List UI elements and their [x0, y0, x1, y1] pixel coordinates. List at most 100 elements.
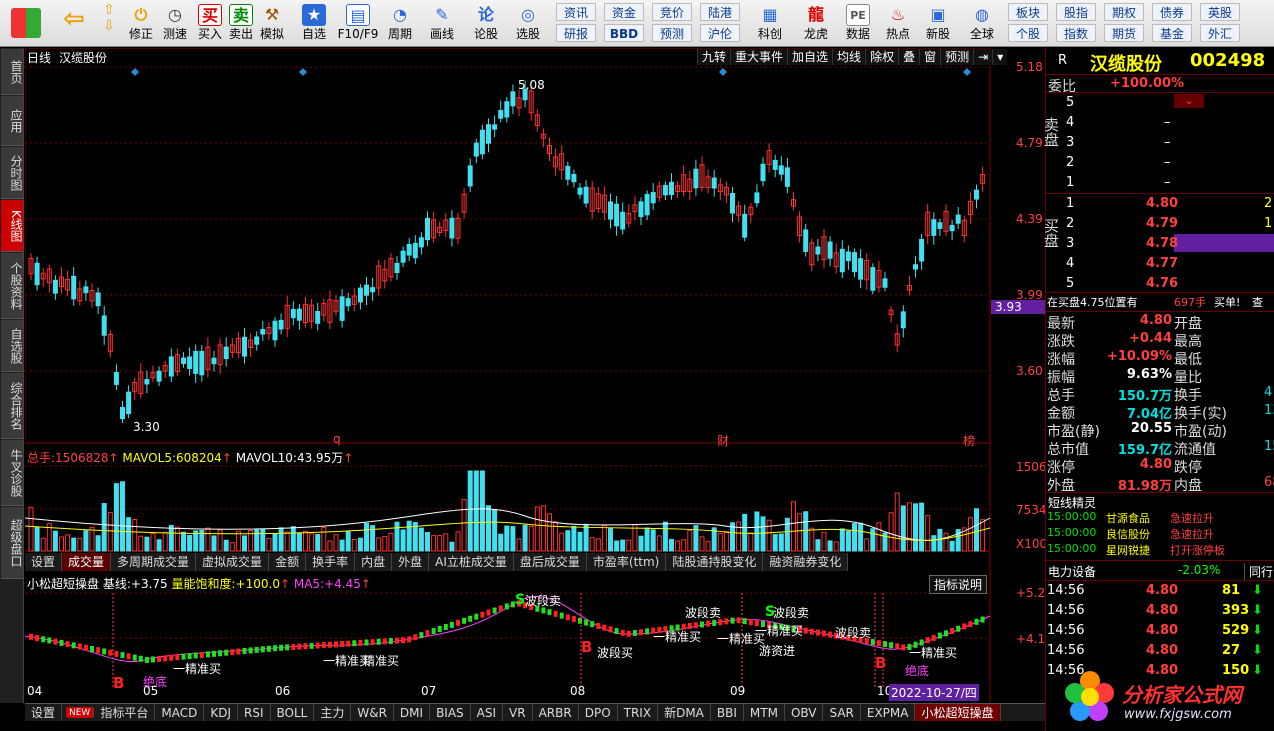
menu-exright[interactable]: 除权 — [865, 49, 899, 65]
marker-rank[interactable]: 榜 — [963, 432, 975, 449]
discuss-button[interactable]: 论 论股 — [468, 2, 504, 45]
btab-obv[interactable]: OBV — [785, 704, 824, 721]
menu-overlay[interactable]: 叠 — [898, 49, 920, 65]
menu-nine-turns[interactable]: 九转 — [697, 49, 731, 65]
btab-expma[interactable]: EXPMA — [861, 704, 916, 721]
btab-sar[interactable]: SAR — [823, 704, 861, 721]
marker-q[interactable]: q — [333, 432, 341, 446]
btab-xiaosong[interactable]: 小松超短操盘 — [915, 704, 1001, 721]
dropdown-icon[interactable]: ▾ — [992, 49, 1008, 65]
watchlist-button[interactable]: ★ 自选 — [296, 2, 332, 45]
ipo-button[interactable]: ▣ 新股 — [918, 2, 958, 45]
uk-stocks-button[interactable]: 英股 — [1200, 3, 1240, 21]
windows-button[interactable] — [6, 2, 46, 45]
global-button[interactable]: ◍ 全球 — [962, 2, 1002, 45]
simulate-button[interactable]: ⚒ 模拟 — [256, 2, 288, 45]
btab-dpo[interactable]: DPO — [579, 704, 618, 721]
btab-settings[interactable]: 设置 — [25, 704, 63, 721]
auction-button[interactable]: 竞价 — [652, 3, 692, 21]
indicator-help-button[interactable]: 指标说明 — [929, 575, 988, 594]
btab-vr[interactable]: VR — [503, 704, 533, 721]
tab-volume[interactable]: 成交量 — [62, 553, 112, 571]
btab-rsi[interactable]: RSI — [238, 704, 271, 721]
tab-afterhours-volume[interactable]: 盘后成交量 — [513, 553, 587, 571]
arrow-updown[interactable]: ⇧ ⇩ — [98, 2, 120, 45]
sidebar-item-timeshare[interactable]: 分时图 — [1, 147, 23, 199]
back-button[interactable]: ⇦ — [54, 2, 94, 45]
funds-button[interactable]: 基金 — [1152, 24, 1192, 42]
sidebar-item-apps[interactable]: 应用 — [1, 96, 23, 146]
data-button[interactable]: PE 数据 — [838, 2, 878, 45]
hot-button[interactable]: ♨ 热点 — [878, 2, 918, 45]
menu-ma[interactable]: 均线 — [832, 49, 866, 65]
select-stock-button[interactable]: ◎ 选股 — [508, 2, 548, 45]
queue-view-button[interactable]: 查 — [1252, 294, 1263, 310]
speed-button[interactable]: ◷ 测速 — [158, 2, 192, 45]
buy-button[interactable]: 买 买入 — [195, 2, 225, 45]
tab-amount[interactable]: 金额 — [269, 553, 307, 571]
btab-bbi[interactable]: BBI — [711, 704, 744, 721]
btab-new-dma[interactable]: 新DMA — [658, 704, 711, 721]
btab-boll[interactable]: BOLL — [271, 704, 315, 721]
bbd-button[interactable]: BBD — [604, 24, 644, 42]
fix-button[interactable]: ⏻ 修正 — [124, 2, 158, 45]
marker-finance[interactable]: 财 — [717, 432, 729, 449]
options-button[interactable]: 期权 — [1104, 3, 1144, 21]
btab-trix[interactable]: TRIX — [618, 704, 659, 721]
btab-arbr[interactable]: ARBR — [533, 704, 579, 721]
bonds-button[interactable]: 债券 — [1152, 3, 1192, 21]
forex-button[interactable]: 外汇 — [1200, 24, 1240, 42]
index-futures-button[interactable]: 股指 — [1056, 3, 1096, 21]
sidebar-item-kline[interactable]: K线图 — [1, 200, 23, 252]
tab-settings[interactable]: 设置 — [25, 553, 63, 571]
tab-turnover[interactable]: 换手率 — [306, 553, 356, 571]
sidebar-item-watchlist[interactable]: 自选股 — [1, 320, 23, 372]
btab-mtm[interactable]: MTM — [744, 704, 785, 721]
btab-dmi[interactable]: DMI — [394, 704, 431, 721]
hk-connect-button[interactable]: 陆港 — [700, 3, 740, 21]
sector-button[interactable]: 板块 — [1008, 3, 1048, 21]
period-button[interactable]: ◔ 周期 — [382, 2, 418, 45]
fund-button[interactable]: 资金 — [604, 3, 644, 21]
stock-button[interactable]: 个股 — [1008, 24, 1048, 42]
btab-asi[interactable]: ASI — [471, 704, 504, 721]
forecast-button[interactable]: 预测 — [652, 24, 692, 42]
tab-ai-volume[interactable]: AI立桩成交量 — [429, 553, 514, 571]
btab-wr[interactable]: W&R — [351, 704, 394, 721]
shanghai-london-button[interactable]: 沪伦 — [700, 24, 740, 42]
sidebar-item-superquote[interactable]: 超级盘口 — [1, 507, 23, 579]
tab-inner[interactable]: 内盘 — [355, 553, 393, 571]
sidebar-item-diagnose[interactable]: 牛叉诊股 — [1, 440, 23, 506]
f10-button[interactable]: ▤ F10/F9 — [336, 2, 380, 45]
menu-forecast[interactable]: 预测 — [940, 49, 974, 65]
indices-button[interactable]: 指数 — [1056, 24, 1096, 42]
collapse-icon[interactable]: ⇥ — [973, 49, 993, 65]
kechuang-button[interactable]: ▦ 科创 — [750, 2, 790, 45]
menu-add-watch[interactable]: 加自选 — [787, 49, 833, 65]
sidebar-item-home[interactable]: 首页 — [1, 49, 23, 95]
btab-bias[interactable]: BIAS — [430, 704, 471, 721]
tab-virtual-volume[interactable]: 虚拟成交量 — [196, 553, 270, 571]
sidebar-item-profile[interactable]: 个股资料 — [1, 253, 23, 319]
dragon-button[interactable]: 龍 龙虎 — [796, 2, 836, 45]
tab-outer[interactable]: 外盘 — [392, 553, 430, 571]
peer-compare-button[interactable]: 同行比 — [1244, 563, 1274, 580]
news-button[interactable]: 资讯 — [556, 3, 596, 21]
tab-multi-period-volume[interactable]: 多周期成交量 — [111, 553, 197, 571]
btab-main-force[interactable]: 主力 — [314, 704, 352, 721]
menu-major-events[interactable]: 重大事件 — [730, 49, 788, 65]
sell-button[interactable]: 卖 卖出 — [226, 2, 256, 45]
sector-name[interactable]: 电力设备 — [1048, 563, 1096, 580]
research-button[interactable]: 研报 — [556, 24, 596, 42]
menu-window[interactable]: 窗 — [919, 49, 941, 65]
sidebar-item-ranking[interactable]: 综合排名 — [1, 373, 23, 439]
btab-indicator-platform[interactable]: 指标平台 — [94, 704, 156, 721]
draw-button[interactable]: ✎ 画线 — [424, 2, 460, 45]
tab-pe-ttm[interactable]: 市盈率(ttm) — [586, 553, 667, 571]
futures-button[interactable]: 期货 — [1104, 24, 1144, 42]
tab-northbound[interactable]: 陆股通持股变化 — [666, 553, 764, 571]
btab-macd[interactable]: MACD — [155, 704, 205, 721]
btab-kdj[interactable]: KDJ — [204, 704, 238, 721]
tab-margin[interactable]: 融资融券变化 — [763, 553, 849, 571]
spirit-item[interactable]: 15:00:00 星网锐捷 打开涨停板 — [1046, 542, 1274, 560]
